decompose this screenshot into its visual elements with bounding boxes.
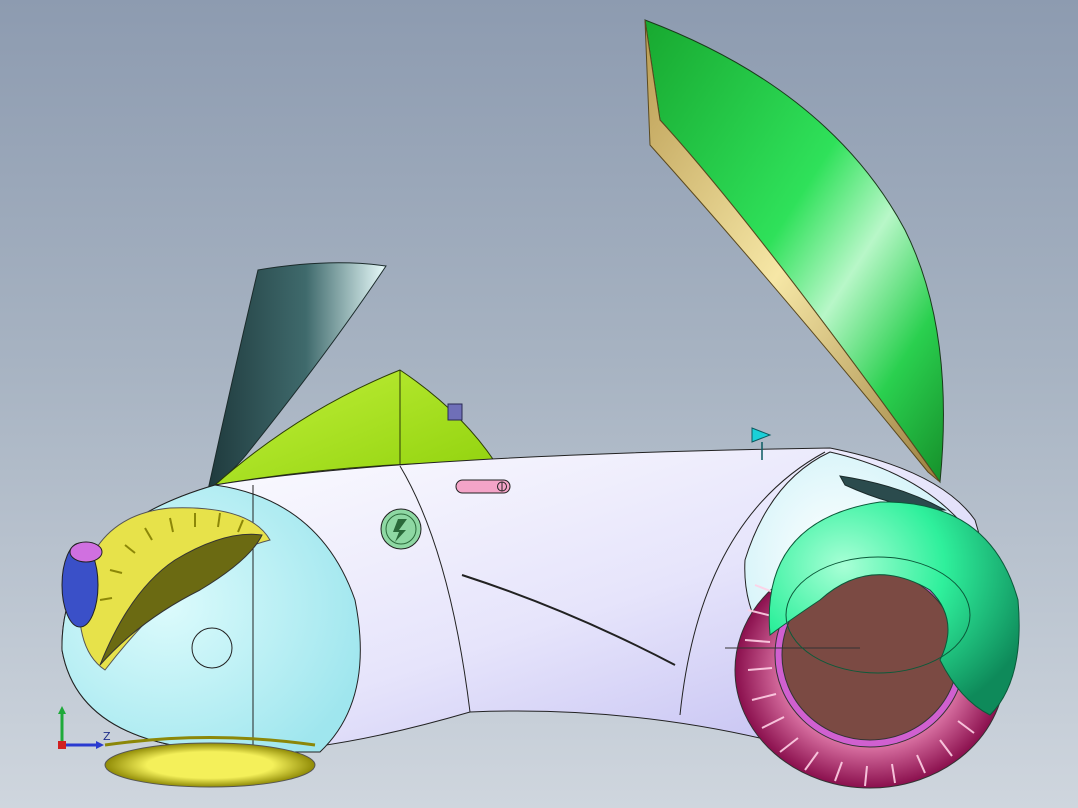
rear-wing[interactable] bbox=[644, 19, 944, 484]
fuel-slot[interactable] bbox=[455, 479, 511, 494]
axis-triad bbox=[58, 706, 104, 749]
lightning-badge[interactable] bbox=[380, 508, 422, 550]
axis-label-z: Z bbox=[103, 730, 111, 743]
origin-icon bbox=[58, 741, 66, 749]
cad-viewport[interactable]: Z bbox=[0, 0, 1078, 808]
motorcycle-model[interactable] bbox=[0, 0, 1078, 808]
tank-cap[interactable] bbox=[447, 403, 463, 421]
